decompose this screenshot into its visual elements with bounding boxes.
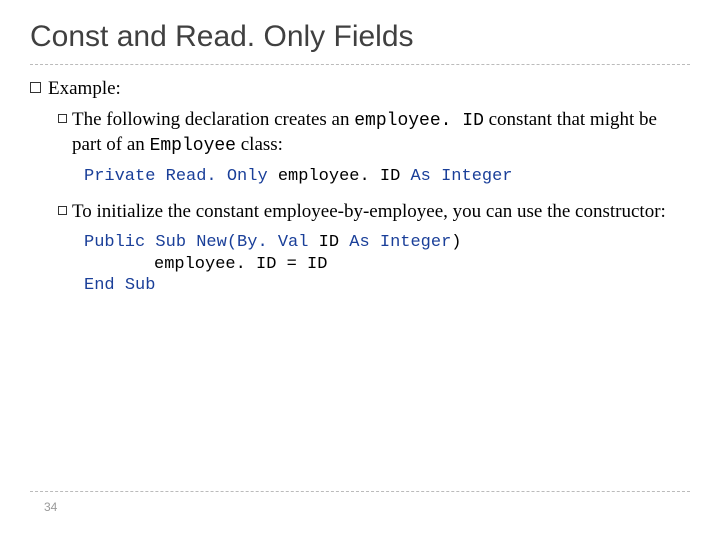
code-text: ) — [451, 233, 461, 252]
code-line: Public Sub New(By. Val ID As Integer) — [84, 232, 690, 253]
bullet-level-2: The following declaration creates an emp… — [30, 108, 690, 159]
bullet-level-2: To initialize the constant employee-by-e… — [30, 200, 690, 225]
code-text: employee. ID — [268, 167, 411, 186]
code-keyword: As Integer — [410, 167, 512, 186]
slide-content: Example: The following declaration creat… — [30, 65, 690, 296]
code-keyword: New(By. Val — [196, 233, 308, 252]
text-fragment: class: — [236, 134, 283, 155]
code-line: End Sub — [84, 275, 690, 296]
code-line: employee. ID = ID — [84, 254, 690, 275]
page-number: 34 — [30, 500, 57, 514]
code-keyword: As Integer — [349, 233, 451, 252]
code-keyword: Private — [84, 167, 155, 186]
code-block-1: Private Read. Only employee. ID As Integ… — [30, 166, 690, 187]
code-keyword: End — [84, 276, 115, 295]
code-keyword: Sub — [155, 233, 186, 252]
square-bullet-icon — [30, 82, 41, 93]
code-inline: Employee — [150, 136, 236, 156]
code-block-2: Public Sub New(By. Val ID As Integer) em… — [30, 232, 690, 296]
slide-title: Const and Read. Only Fields — [30, 20, 690, 65]
text-fragment: The following declaration creates an — [72, 109, 354, 130]
footer-divider: 34 — [30, 491, 690, 516]
square-bullet-icon — [58, 114, 67, 123]
code-keyword: Read. Only — [166, 167, 268, 186]
code-keyword: Public — [84, 233, 145, 252]
bullet-text: The following declaration creates an emp… — [72, 108, 690, 159]
bullet-text: To initialize the constant employee-by-e… — [72, 200, 666, 225]
code-inline: employee. ID — [354, 111, 484, 131]
code-keyword: Sub — [125, 276, 156, 295]
bullet-text: Example: — [48, 77, 121, 102]
bullet-level-1: Example: — [30, 77, 690, 102]
code-text: ID — [308, 233, 349, 252]
square-bullet-icon — [58, 206, 67, 215]
